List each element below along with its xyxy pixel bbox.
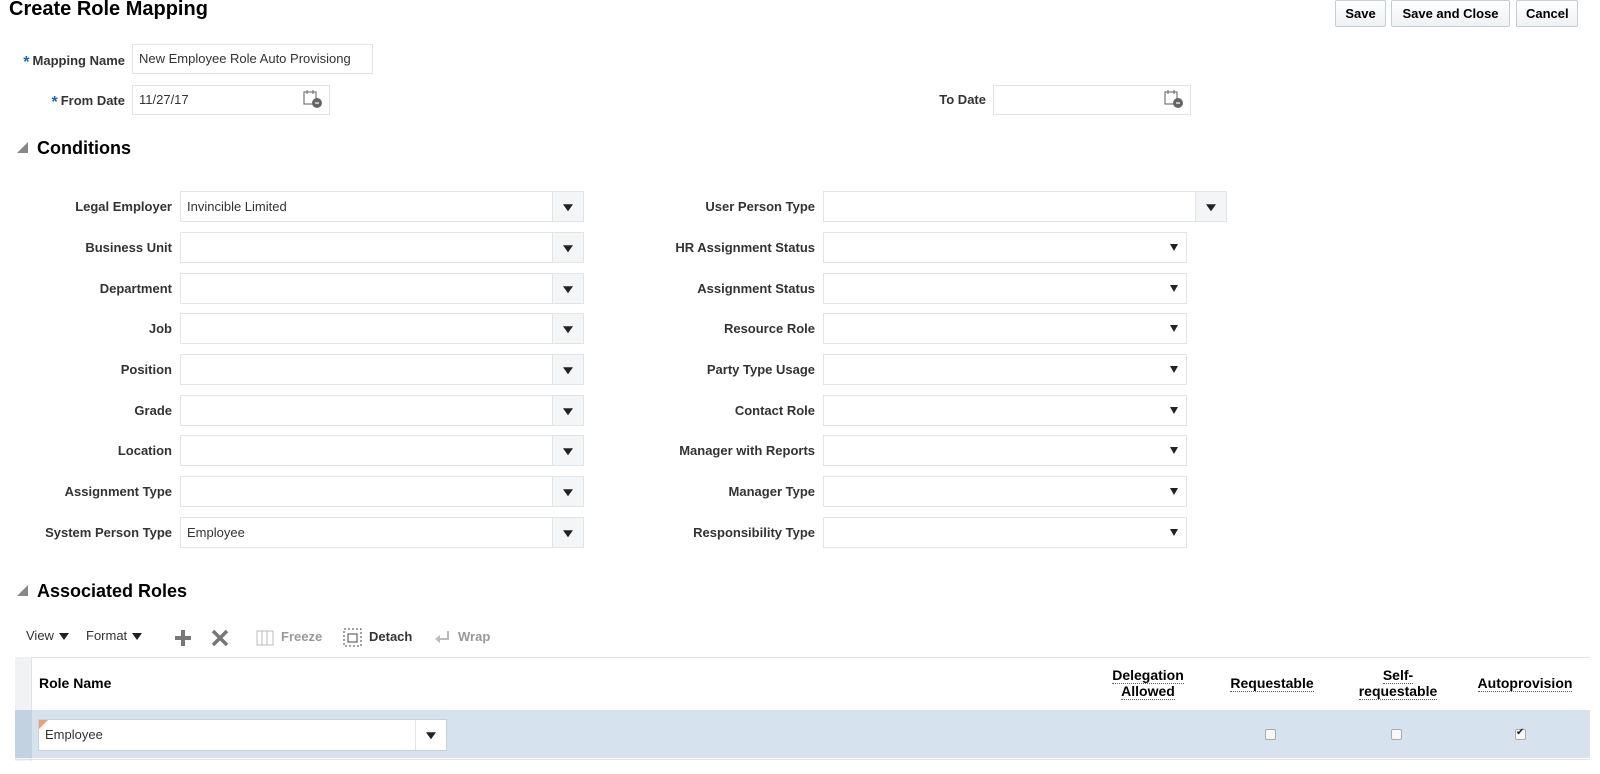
mapping-name-label: * Mapping Name: [23, 53, 125, 71]
manager-type-select[interactable]: [823, 476, 1187, 507]
responsibility-type-select[interactable]: [823, 517, 1187, 548]
wrap-button: Wrap: [458, 629, 491, 644]
legal-employer-combo[interactable]: Invincible Limited: [180, 191, 584, 222]
associated-roles-title: Associated Roles: [37, 581, 188, 601]
resource-role-select[interactable]: [823, 313, 1187, 344]
chevron-down-icon: [1170, 244, 1178, 251]
contact-role-select[interactable]: [823, 395, 1187, 426]
self-requestable-checkbox[interactable]: [1391, 729, 1402, 740]
collapse-triangle-icon[interactable]: [17, 142, 28, 153]
calendar-icon[interactable]: [1164, 89, 1184, 109]
job-combo[interactable]: [180, 313, 584, 344]
position-combo[interactable]: [180, 354, 584, 385]
save-button[interactable]: Save: [1335, 0, 1386, 27]
chevron-down-icon: [1170, 325, 1178, 332]
chevron-down-icon[interactable]: [552, 396, 583, 425]
party-type-usage-label: Party Type Usage: [706, 362, 815, 377]
requestable-checkbox[interactable]: [1265, 729, 1276, 740]
chevron-down-icon: [1170, 529, 1178, 536]
table-top-border: [15, 657, 1590, 658]
table-row[interactable]: Employee: [15, 710, 1590, 758]
calendar-icon[interactable]: [303, 89, 323, 109]
chevron-down-icon[interactable]: [552, 477, 583, 506]
conditions-title: Conditions: [37, 138, 131, 158]
chevron-down-icon[interactable]: [552, 233, 583, 262]
mapping-name-input[interactable]: New Employee Role Auto Provisiong: [132, 44, 373, 74]
cancel-button[interactable]: Cancel: [1516, 0, 1578, 27]
manager-type-label: Manager Type: [728, 484, 815, 499]
responsibility-type-label: Responsibility Type: [693, 525, 815, 540]
business-unit-combo[interactable]: [180, 232, 584, 263]
job-label: Job: [148, 321, 172, 336]
chevron-down-icon[interactable]: [1195, 192, 1226, 221]
chevron-down-icon: [1170, 488, 1178, 495]
chevron-down-icon[interactable]: [552, 436, 583, 465]
freeze-icon: [256, 630, 274, 646]
chevron-down-icon[interactable]: [552, 192, 583, 221]
grade-label: Grade: [134, 403, 172, 418]
chevron-down-icon: [1170, 447, 1178, 454]
row-selector[interactable]: [15, 710, 32, 758]
chevron-down-icon: [1170, 285, 1178, 292]
chevron-down-icon[interactable]: [552, 355, 583, 384]
from-date-label: * From Date: [51, 93, 125, 111]
detach-icon[interactable]: [343, 628, 362, 647]
autoprovision-checkbox[interactable]: [1515, 727, 1526, 740]
chevron-down-icon: [1170, 407, 1178, 414]
detach-button[interactable]: Detach: [369, 629, 412, 644]
column-header-delegation-allowed[interactable]: Delegation Allowed: [1100, 667, 1196, 700]
column-header-role-name[interactable]: Role Name: [39, 675, 111, 691]
contact-role-label: Contact Role: [734, 403, 815, 418]
to-date-label: To Date: [939, 92, 986, 107]
to-date-input[interactable]: [993, 85, 1191, 115]
column-header-autoprovision[interactable]: Autoprovision: [1470, 675, 1580, 692]
page-title: Create Role Mapping: [9, 0, 208, 20]
add-icon[interactable]: [174, 629, 192, 647]
position-label: Position: [120, 362, 172, 377]
hr-assignment-status-select[interactable]: [823, 232, 1187, 263]
format-menu[interactable]: Format: [86, 628, 143, 643]
assignment-type-combo[interactable]: [180, 476, 584, 507]
manager-with-reports-select[interactable]: [823, 435, 1187, 466]
assignment-status-select[interactable]: [823, 273, 1187, 304]
legal-employer-label: Legal Employer: [75, 199, 172, 214]
wrap-icon: [435, 631, 449, 643]
role-name-combo[interactable]: Employee: [38, 719, 447, 751]
department-combo[interactable]: [180, 273, 584, 304]
department-label: Department: [99, 281, 172, 296]
column-header-self-requestable[interactable]: Self-requestable: [1346, 667, 1450, 700]
assignment-type-label: Assignment Type: [64, 484, 172, 499]
chevron-down-icon: [1170, 366, 1178, 373]
grade-combo[interactable]: [180, 395, 584, 426]
chevron-down-icon[interactable]: [552, 314, 583, 343]
user-person-type-combo[interactable]: [823, 191, 1227, 222]
table-bottom-border: [15, 759, 1590, 760]
from-date-input[interactable]: 11/27/17: [132, 85, 330, 115]
system-person-type-label: System Person Type: [45, 525, 172, 540]
user-person-type-label: User Person Type: [705, 199, 815, 214]
party-type-usage-select[interactable]: [823, 354, 1187, 385]
save-and-close-button[interactable]: Save and Close: [1391, 0, 1510, 27]
manager-with-reports-label: Manager with Reports: [679, 443, 815, 458]
chevron-down-icon[interactable]: [415, 720, 446, 750]
chevron-down-icon[interactable]: [552, 518, 583, 547]
system-person-type-combo[interactable]: Employee: [180, 517, 584, 548]
assignment-status-label: Assignment Status: [697, 281, 815, 296]
column-header-requestable[interactable]: Requestable: [1222, 675, 1322, 692]
view-menu[interactable]: View: [26, 628, 69, 643]
resource-role-label: Resource Role: [723, 321, 815, 336]
location-combo[interactable]: [180, 435, 584, 466]
hr-assignment-status-label: HR Assignment Status: [675, 240, 815, 255]
collapse-triangle-icon[interactable]: [17, 585, 28, 596]
chevron-down-icon: [58, 633, 69, 641]
location-label: Location: [117, 443, 172, 458]
freeze-button: Freeze: [281, 629, 323, 644]
business-unit-label: Business Unit: [85, 240, 172, 255]
chevron-down-icon[interactable]: [552, 274, 583, 303]
delete-icon[interactable]: [211, 629, 229, 647]
chevron-down-icon: [132, 633, 143, 641]
